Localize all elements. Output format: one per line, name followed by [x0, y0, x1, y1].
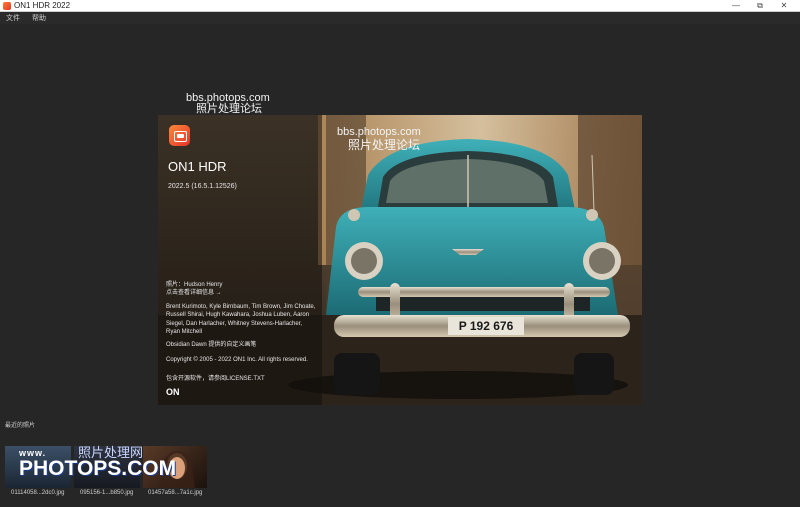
- app-icon: [3, 1, 11, 10]
- splash-info-panel: ON1 HDR 2022.5 (16.5.1.12526) 照片：Hudson …: [158, 115, 322, 405]
- menu-help[interactable]: 帮助: [32, 13, 46, 23]
- splash-screen: P 192 676 ON1 HDR 2022.5 (16.5.1.12526) …: [158, 115, 642, 405]
- menu-bar: 文件 帮助: [0, 12, 800, 24]
- license-plate: P 192 676: [459, 319, 514, 333]
- license-note: 包含开源软件，请参阅LICENSE.TXT: [166, 376, 265, 382]
- watermark-cn: 照片处理论坛: [348, 138, 421, 152]
- maximize-button[interactable]: ⧉: [748, 0, 772, 12]
- window-controls: — ⧉ ✕: [724, 0, 796, 12]
- recent-photos-label: 最近的照片: [5, 423, 36, 429]
- thumbnail-caption: 095156-1...b850.jpg: [80, 490, 134, 496]
- thumbnail-caption: 01114058...2dc0.jpg: [11, 490, 65, 496]
- menu-file[interactable]: 文件: [6, 13, 20, 23]
- on1-hdr-logo-icon: [169, 125, 190, 146]
- on1-brand-mark: ON: [166, 387, 180, 397]
- watermark-center: bbs.photops.com 照片处理论坛: [337, 126, 421, 152]
- contributors-list: Brent Kurimoto, Kyle Birnbaum, Tim Brown…: [166, 304, 316, 335]
- watermark-photops-text: PHOTOPS.COM: [19, 457, 177, 480]
- title-bar: ON1 HDR 2022 — ⧉ ✕: [0, 0, 800, 12]
- close-button[interactable]: ✕: [772, 0, 796, 12]
- minimize-button[interactable]: —: [724, 0, 748, 12]
- version-label: 2022.5 (16.5.1.12526): [168, 183, 237, 190]
- product-name: ON1 HDR: [168, 159, 227, 174]
- window-title: ON1 HDR 2022: [14, 1, 71, 10]
- thumbnail-caption: 01457a58...7a1c.jpg: [148, 490, 203, 496]
- watermark-cn: 照片处理论坛: [196, 103, 262, 115]
- details-link[interactable]: 点击查看详细信息 →: [166, 287, 222, 296]
- copyright-text: Copyright © 2005 - 2022 ON1 Inc. All rig…: [166, 357, 308, 363]
- watermark-photops: 照片处理网 www. PHOTOPS.COM: [5, 442, 207, 488]
- brush-credit: Obsidian Dawn 提供的自定义画笔: [166, 342, 257, 348]
- watermark-top: bbs.photops.com 照片处理论坛: [186, 93, 270, 115]
